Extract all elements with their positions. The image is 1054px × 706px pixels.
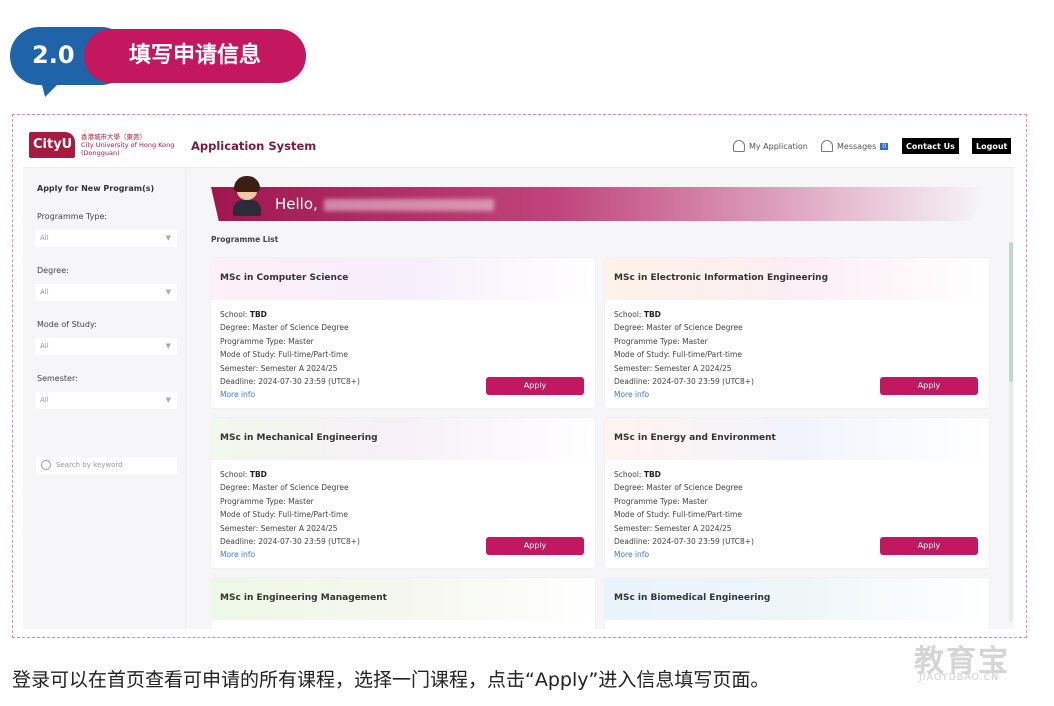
- detail-degree: Degree: Master of Science Degree: [614, 483, 743, 493]
- detail-school: School: TBD: [614, 470, 661, 479]
- detail-degree: Degree: Master of Science Degree: [220, 323, 349, 333]
- caption-text: 登录可以在首页查看可申请的所有课程，选择一门课程，点击“Apply”进入信息填写…: [12, 669, 770, 691]
- bell-icon: [821, 140, 833, 152]
- top-bar: CityU 香港城市大學（東莞） City University of Hong…: [23, 124, 1014, 168]
- mode-value: All: [40, 342, 49, 350]
- chevron-down-icon: ▼: [165, 396, 171, 404]
- filter-label-programme-type: Programme Type:: [37, 212, 108, 221]
- sidebar: Apply for New Program(s) Programme Type:…: [23, 169, 186, 629]
- filter-label-semester: Semester:: [37, 374, 78, 383]
- detail-ptype: Programme Type: Master: [220, 496, 314, 506]
- programme-name[interactable]: MSc in Electronic Information Engineerin…: [605, 258, 989, 300]
- logo-text: 香港城市大學（東莞） City University of Hong Kong …: [81, 133, 181, 157]
- logo-en2: (Dongguan): [81, 149, 120, 157]
- messages-label: Messages: [837, 141, 877, 151]
- detail-mode: Mode of Study: Full-time/Part-time: [614, 350, 742, 360]
- messages-count-badge: 0: [880, 142, 889, 150]
- programme-card: MSc in Biomedical Engineering: [605, 578, 989, 629]
- my-application-label: My Application: [749, 141, 808, 151]
- scrollbar[interactable]: [1009, 242, 1013, 622]
- detail-semester: Semester: Semester A 2024/25: [220, 523, 338, 533]
- hello-banner: Hello,: [211, 187, 986, 221]
- search-input[interactable]: Search by keyword: [36, 457, 177, 474]
- search-icon: [41, 460, 51, 470]
- sidebar-title: Apply for New Program(s): [37, 184, 155, 193]
- apply-button[interactable]: Apply: [880, 377, 978, 395]
- avatar-hair: [234, 176, 260, 192]
- degree-select[interactable]: All ▼: [35, 284, 177, 301]
- logout-button[interactable]: Logout: [972, 138, 1012, 154]
- programme-card: MSc in Mechanical Engineering School: TB…: [211, 418, 595, 568]
- detail-school: School: TBD: [220, 470, 267, 479]
- apply-button[interactable]: Apply: [880, 537, 978, 555]
- apply-button[interactable]: Apply: [486, 537, 584, 555]
- chevron-down-icon: ▼: [165, 288, 171, 296]
- contact-us-button[interactable]: Contact Us: [902, 138, 959, 154]
- chevron-down-icon: ▼: [165, 234, 171, 242]
- detail-school: School: TBD: [220, 310, 267, 319]
- detail-mode: Mode of Study: Full-time/Part-time: [614, 510, 742, 520]
- programme-card: MSc in Engineering Management: [211, 578, 595, 629]
- degree-value: All: [40, 288, 49, 296]
- messages-link[interactable]: Messages 0: [821, 140, 889, 152]
- app-title: Application System: [191, 139, 317, 153]
- scrollbar-thumb[interactable]: [1009, 242, 1013, 382]
- semester-select[interactable]: All ▼: [35, 392, 177, 409]
- programme-name[interactable]: MSc in Biomedical Engineering: [605, 578, 989, 620]
- semester-value: All: [40, 396, 49, 404]
- programme-name[interactable]: MSc in Computer Science: [211, 258, 595, 300]
- my-application-link[interactable]: My Application: [733, 140, 808, 152]
- blurred-email: [323, 198, 494, 211]
- programme-card: MSc in Computer Science School: TBD Degr…: [211, 258, 595, 408]
- programme-type-select[interactable]: All ▼: [35, 230, 177, 247]
- section-title: 填写申请信息: [84, 29, 306, 83]
- detail-ptype: Programme Type: Master: [614, 496, 708, 506]
- detail-semester: Semester: Semester A 2024/25: [220, 363, 338, 373]
- detail-degree: Degree: Master of Science Degree: [220, 483, 349, 493]
- detail-semester: Semester: Semester A 2024/25: [614, 363, 732, 373]
- logo-en1: City University of Hong Kong: [81, 141, 175, 149]
- detail-ptype: Programme Type: Master: [614, 336, 708, 346]
- search-placeholder: Search by keyword: [56, 461, 123, 469]
- avatar: [231, 176, 263, 218]
- page: 2.0 填写申请信息 CityU 香港城市大學（東莞） City Univers…: [0, 0, 1054, 706]
- apply-button[interactable]: Apply: [486, 377, 584, 395]
- detail-school: School: TBD: [614, 310, 661, 319]
- programme-name[interactable]: MSc in Energy and Environment: [605, 418, 989, 460]
- programme-card: MSc in Electronic Information Engineerin…: [605, 258, 989, 408]
- greeting: Hello,: [275, 195, 318, 213]
- filter-label-degree: Degree:: [37, 266, 69, 275]
- detail-mode: Mode of Study: Full-time/Part-time: [220, 350, 348, 360]
- programme-name[interactable]: MSc in Engineering Management: [211, 578, 595, 620]
- programme-list-title: Programme List: [211, 235, 279, 244]
- filter-label-mode: Mode of Study:: [37, 320, 97, 329]
- chevron-down-icon: ▼: [165, 342, 171, 350]
- hello-text: Hello,: [275, 195, 494, 213]
- detail-semester: Semester: Semester A 2024/25: [614, 523, 732, 533]
- user-icon: [733, 140, 745, 152]
- detail-mode: Mode of Study: Full-time/Part-time: [220, 510, 348, 520]
- application-screenshot: CityU 香港城市大學（東莞） City University of Hong…: [23, 124, 1014, 629]
- cityu-logo[interactable]: CityU: [29, 132, 75, 158]
- detail-ptype: Programme Type: Master: [220, 336, 314, 346]
- logo-cn: 香港城市大學（東莞）: [81, 133, 146, 141]
- section-badge: 2.0 填写申请信息: [10, 27, 306, 97]
- programme-name[interactable]: MSc in Mechanical Engineering: [211, 418, 595, 460]
- programme-card: MSc in Energy and Environment School: TB…: [605, 418, 989, 568]
- programme-type-value: All: [40, 234, 49, 242]
- detail-degree: Degree: Master of Science Degree: [614, 323, 743, 333]
- mode-of-study-select[interactable]: All ▼: [35, 338, 177, 355]
- avatar-body: [233, 200, 261, 216]
- watermark-sub: JIAOYUBAO.CN: [919, 672, 1000, 683]
